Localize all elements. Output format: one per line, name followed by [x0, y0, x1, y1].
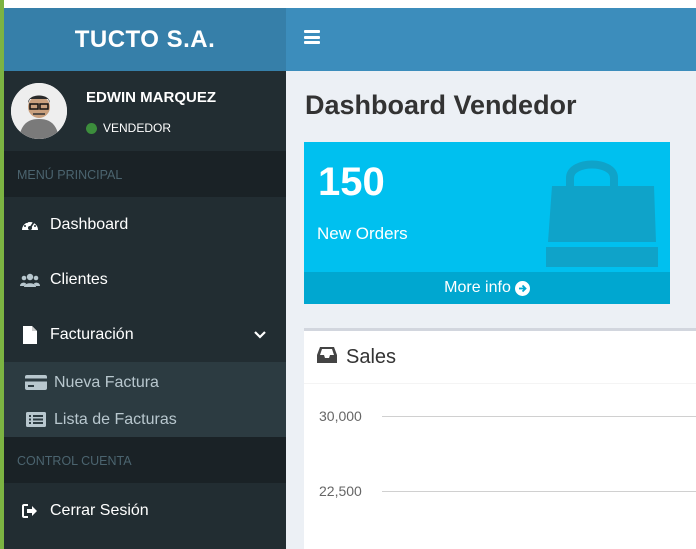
top-navbar: [286, 8, 696, 71]
sidebar-item-cerrar-sesion[interactable]: Cerrar Sesión: [4, 483, 286, 538]
sidebar-item-facturacion[interactable]: Facturación: [4, 307, 286, 362]
sales-title: Sales: [346, 345, 397, 368]
sidebar-subitem-lista-facturas[interactable]: Lista de Facturas: [4, 401, 286, 438]
sidebar-item-label: Cerrar Sesión: [50, 501, 149, 519]
sidebar-item-label: Dashboard: [50, 215, 129, 233]
top-strip: [4, 0, 696, 8]
credit-card-icon: [24, 374, 48, 392]
avatar: [11, 83, 67, 139]
y-gridline: [382, 416, 696, 417]
sidebar-subitem-label: Nueva Factura: [54, 373, 159, 391]
sidebar: TUCTO S.A. EDWIN MARQUEZ VENDEDOR MENÚ P…: [4, 8, 286, 549]
chevron-down-icon[interactable]: [254, 326, 266, 344]
file-icon: [20, 325, 40, 345]
user-status: VENDEDOR: [86, 121, 171, 135]
sidebar-item-clientes[interactable]: Clientes: [4, 252, 286, 307]
user-panel: EDWIN MARQUEZ VENDEDOR: [4, 71, 286, 151]
sidebar-subitem-label: Lista de Facturas: [54, 410, 177, 428]
y-gridline: [382, 491, 696, 492]
dashboard-icon: [20, 215, 40, 235]
list-icon: [24, 411, 48, 429]
sales-header: Sales: [304, 331, 696, 384]
hamburger-icon[interactable]: [304, 30, 320, 44]
inbox-icon: [316, 346, 338, 369]
y-tick-label: 30,000: [319, 408, 362, 424]
menu-header-cuenta: CONTROL CUENTA: [4, 437, 286, 483]
new-orders-box: 150 New Orders More info: [304, 142, 670, 304]
more-info-link[interactable]: More info: [304, 272, 670, 304]
menu-header-principal: MENÚ PRINCIPAL: [4, 151, 286, 197]
users-icon: [20, 270, 40, 290]
stat-value: 150: [318, 160, 385, 204]
user-name: EDWIN MARQUEZ: [86, 89, 216, 106]
sign-out-icon: [20, 501, 40, 521]
online-status-icon: [86, 122, 97, 134]
user-role: VENDEDOR: [103, 121, 172, 135]
stat-label: New Orders: [317, 224, 408, 243]
sidebar-item-label: Facturación: [50, 325, 134, 343]
page-title: Dashboard Vendedor: [305, 90, 577, 120]
submenu-facturacion: Nueva Factura Lista de Facturas: [4, 362, 286, 437]
sidebar-item-dashboard[interactable]: Dashboard: [4, 197, 286, 252]
arrow-circle-right-icon: [514, 280, 530, 296]
brand-logo[interactable]: TUCTO S.A.: [4, 8, 286, 71]
sidebar-subitem-nueva-factura[interactable]: Nueva Factura: [4, 364, 286, 401]
sales-box: Sales 30,000 22,500: [304, 328, 696, 549]
y-tick-label: 22,500: [319, 483, 362, 499]
more-info-label: More info: [444, 279, 511, 296]
sidebar-item-label: Clientes: [50, 270, 108, 288]
shopping-bag-icon: [542, 152, 662, 275]
